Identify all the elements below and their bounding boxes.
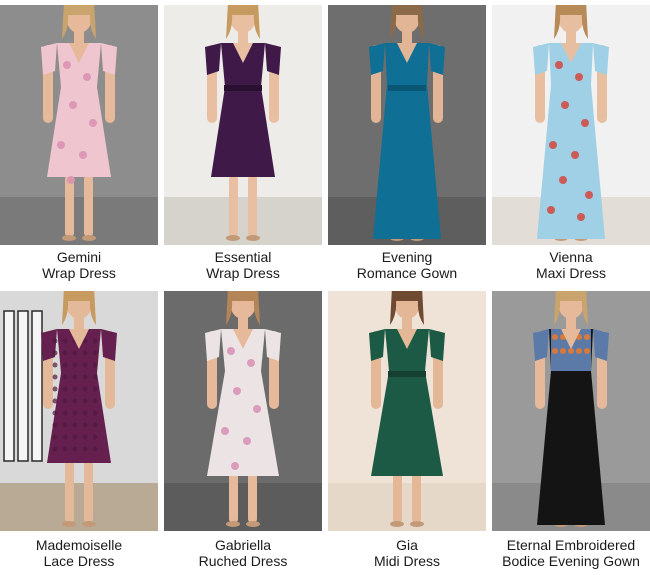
product-photo[interactable] bbox=[492, 291, 650, 531]
dress-model-image bbox=[164, 291, 322, 531]
product-photo[interactable] bbox=[328, 5, 486, 245]
product-name-line-1: Evening bbox=[381, 249, 433, 265]
product-name[interactable]: Eternal Embroidered Bodice Evening Gown bbox=[492, 537, 650, 569]
product-name-line-1: Essential bbox=[214, 249, 272, 265]
dress-model-image bbox=[492, 5, 650, 245]
product-name-line-2: Lace Dress bbox=[43, 553, 115, 569]
product-name-line-2: Bodice Evening Gown bbox=[502, 553, 640, 569]
product-name-line-1: Gabriella bbox=[214, 537, 272, 553]
product-name-line-2: Ruched Dress bbox=[198, 553, 288, 569]
product-name-line-2: Wrap Dress bbox=[42, 265, 116, 281]
product-grid: Gemini Wrap Dress Essential Wrap Dress Eveni… bbox=[0, 0, 650, 575]
product-photo[interactable] bbox=[0, 5, 158, 245]
product-name-line-1: Eternal Embroidered bbox=[506, 537, 636, 553]
product-name[interactable]: Evening Romance Gown bbox=[328, 249, 486, 281]
product-name[interactable]: Gemini Wrap Dress bbox=[0, 249, 158, 281]
product-photo[interactable] bbox=[164, 5, 322, 245]
product-name[interactable]: Essential Wrap Dress bbox=[164, 249, 322, 281]
product-name-line-1: Vienna bbox=[549, 249, 593, 265]
dress-model-image bbox=[164, 5, 322, 245]
product-name-line-1: Mademoiselle bbox=[35, 537, 123, 553]
dress-model-image bbox=[0, 291, 158, 531]
dress-model-image bbox=[492, 291, 650, 531]
window-panes bbox=[3, 310, 43, 462]
product-name[interactable]: Gabriella Ruched Dress bbox=[164, 537, 322, 569]
product-photo[interactable] bbox=[0, 291, 158, 531]
dress-model-image bbox=[0, 5, 158, 245]
product-name-line-2: Maxi Dress bbox=[535, 265, 606, 281]
product-photo[interactable] bbox=[492, 5, 650, 245]
product-name[interactable]: Mademoiselle Lace Dress bbox=[0, 537, 158, 569]
product-name-line-2: Romance Gown bbox=[356, 265, 458, 281]
product-photo[interactable] bbox=[164, 291, 322, 531]
dress-model-image bbox=[328, 5, 486, 245]
dress-model-image bbox=[328, 291, 486, 531]
product-name[interactable]: Gia Midi Dress bbox=[328, 537, 486, 569]
product-name[interactable]: Vienna Maxi Dress bbox=[492, 249, 650, 281]
product-name-line-1: Gia bbox=[396, 537, 418, 553]
product-photo[interactable] bbox=[328, 291, 486, 531]
product-name-line-2: Wrap Dress bbox=[206, 265, 280, 281]
product-name-line-2: Midi Dress bbox=[373, 553, 441, 569]
product-name-line-1: Gemini bbox=[56, 249, 102, 265]
